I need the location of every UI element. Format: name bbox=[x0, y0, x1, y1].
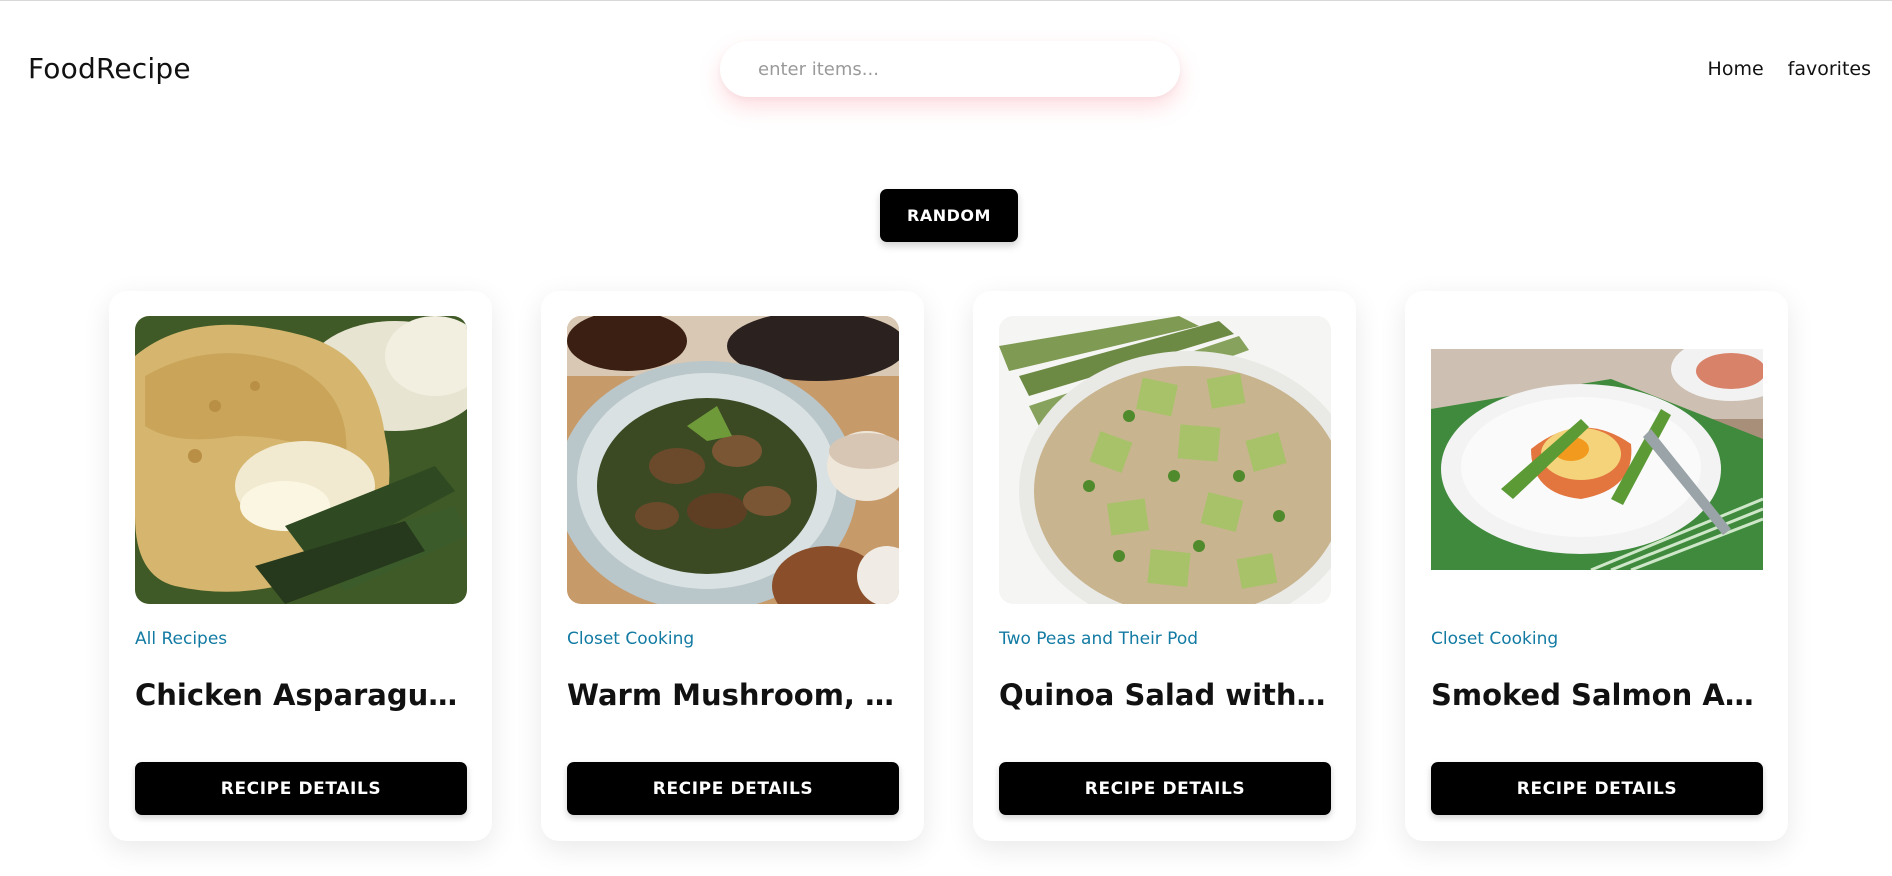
recipe-source[interactable]: Closet Cooking bbox=[567, 629, 694, 649]
recipe-details-button[interactable]: RECIPE DETAILS bbox=[135, 762, 467, 815]
recipe-image-warm-mushroom[interactable] bbox=[567, 316, 899, 604]
recipe-card-list: All Recipes Chicken Asparagus Ro... RECI… bbox=[109, 291, 1788, 841]
recipe-card: Two Peas and Their Pod Quinoa Salad with… bbox=[973, 291, 1356, 841]
app-logo[interactable]: FoodRecipe bbox=[28, 52, 191, 85]
recipe-details-button[interactable]: RECIPE DETAILS bbox=[999, 762, 1331, 815]
nav-favorites-link[interactable]: favorites bbox=[1788, 58, 1871, 80]
recipe-source[interactable]: Closet Cooking bbox=[1431, 629, 1558, 649]
recipe-title: Warm Mushroom, Roa... bbox=[567, 678, 899, 712]
recipe-image-chicken-asparagus[interactable] bbox=[135, 316, 467, 604]
search-box bbox=[720, 41, 1180, 97]
recipe-image-smoked-salmon[interactable] bbox=[1431, 349, 1763, 570]
recipe-title: Smoked Salmon Aspar... bbox=[1431, 678, 1763, 712]
search-input[interactable] bbox=[720, 41, 1180, 97]
nav-home-link[interactable]: Home bbox=[1708, 58, 1764, 80]
random-recipe-button[interactable]: RANDOM bbox=[880, 189, 1018, 242]
main-nav: Home favorites bbox=[1708, 58, 1871, 80]
recipe-source[interactable]: All Recipes bbox=[135, 629, 227, 649]
recipe-image-quinoa-salad[interactable] bbox=[999, 316, 1331, 604]
recipe-details-button[interactable]: RECIPE DETAILS bbox=[1431, 762, 1763, 815]
recipe-details-button[interactable]: RECIPE DETAILS bbox=[567, 762, 899, 815]
recipe-title: Quinoa Salad with Asp... bbox=[999, 678, 1331, 712]
recipe-card: All Recipes Chicken Asparagus Ro... RECI… bbox=[109, 291, 492, 841]
recipe-card: Closet Cooking Warm Mushroom, Roa... REC… bbox=[541, 291, 924, 841]
recipe-card: Closet Cooking Smoked Salmon Aspar... RE… bbox=[1405, 291, 1788, 841]
recipe-title: Chicken Asparagus Ro... bbox=[135, 678, 467, 712]
recipe-source[interactable]: Two Peas and Their Pod bbox=[999, 629, 1198, 649]
app-header: FoodRecipe Home favorites bbox=[0, 0, 1892, 140]
